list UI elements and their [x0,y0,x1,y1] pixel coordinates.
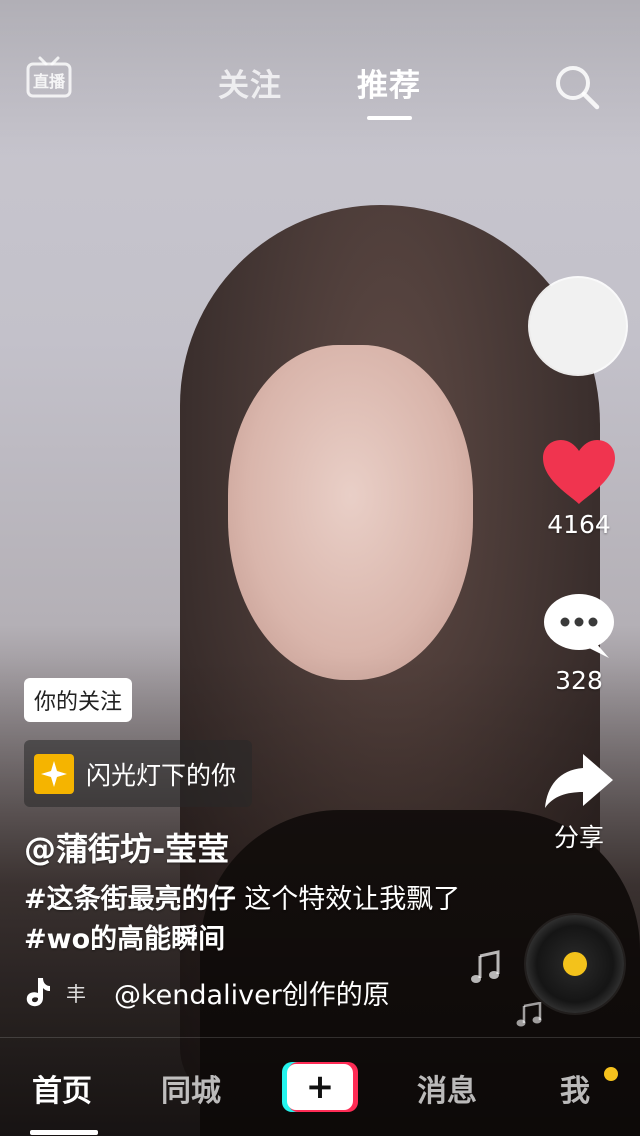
create-video-button[interactable]: + [282,1062,358,1112]
like-button[interactable]: 4164 [529,438,629,539]
music-info[interactable]: 丰 @kendaliver创作的原 [24,972,404,1012]
comment-bubble-icon [544,594,614,658]
comment-count: 328 [555,666,603,695]
sparkle-effect-icon [34,753,74,794]
hashtag-link[interactable]: #这条街最亮的仔 [24,884,236,915]
music-disc-center [563,952,587,976]
heart-icon [543,440,615,504]
author-username[interactable]: @蒲街坊-莹莹 [24,824,229,870]
nav-profile[interactable]: 我 [560,1066,590,1110]
music-note-icon [516,1002,542,1027]
search-icon [556,66,600,110]
music-marquee-fade: 丰 [66,981,86,1006]
effect-tag[interactable]: 闪光灯下的你 [24,740,252,807]
top-shade [0,0,640,160]
author-avatar[interactable] [530,278,626,374]
music-note-icon [471,950,500,983]
active-tab-indicator [367,116,412,120]
caption-text: 这个特效让我飘了 [235,884,461,915]
tab-recommended[interactable]: 推荐 [357,60,421,105]
notification-dot [604,1067,618,1081]
share-arrow-icon [545,754,613,808]
nav-active-indicator [30,1130,98,1135]
following-badge: 你的关注 [24,678,133,722]
tiktok-note-icon [26,978,50,1007]
music-title: @kendaliver创作的原 [114,979,390,1011]
live-tv-icon: 直播 [26,56,72,98]
share-button[interactable]: 分享 [529,750,629,854]
effect-label: 闪光灯下的你 [86,760,237,790]
search-button[interactable] [552,62,602,112]
like-count: 4164 [547,510,611,539]
video-caption: #这条街最亮的仔 这个特效让我飘了 #wo的高能瞬间 [24,880,464,960]
share-label: 分享 [553,823,604,852]
bottom-nav-divider [0,1037,640,1038]
video-feed-screen[interactable]: 直播 关注 推荐 4164 328 分享 你的关注 闪光灯下的你 @蒲街坊-莹莹… [0,0,640,1136]
nav-nearby[interactable]: 同城 [161,1066,221,1110]
plus-icon: + [287,1064,353,1110]
comment-button[interactable]: 328 [529,592,629,695]
nav-messages[interactable]: 消息 [417,1066,477,1110]
svg-text:直播: 直播 [33,72,66,91]
tab-following[interactable]: 关注 [218,60,282,105]
live-button[interactable]: 直播 [24,52,74,102]
nav-home[interactable]: 首页 [32,1066,92,1110]
hashtag-link[interactable]: #wo的高能瞬间 [24,924,225,955]
music-disc[interactable] [526,915,624,1013]
video-background-face [228,345,473,680]
